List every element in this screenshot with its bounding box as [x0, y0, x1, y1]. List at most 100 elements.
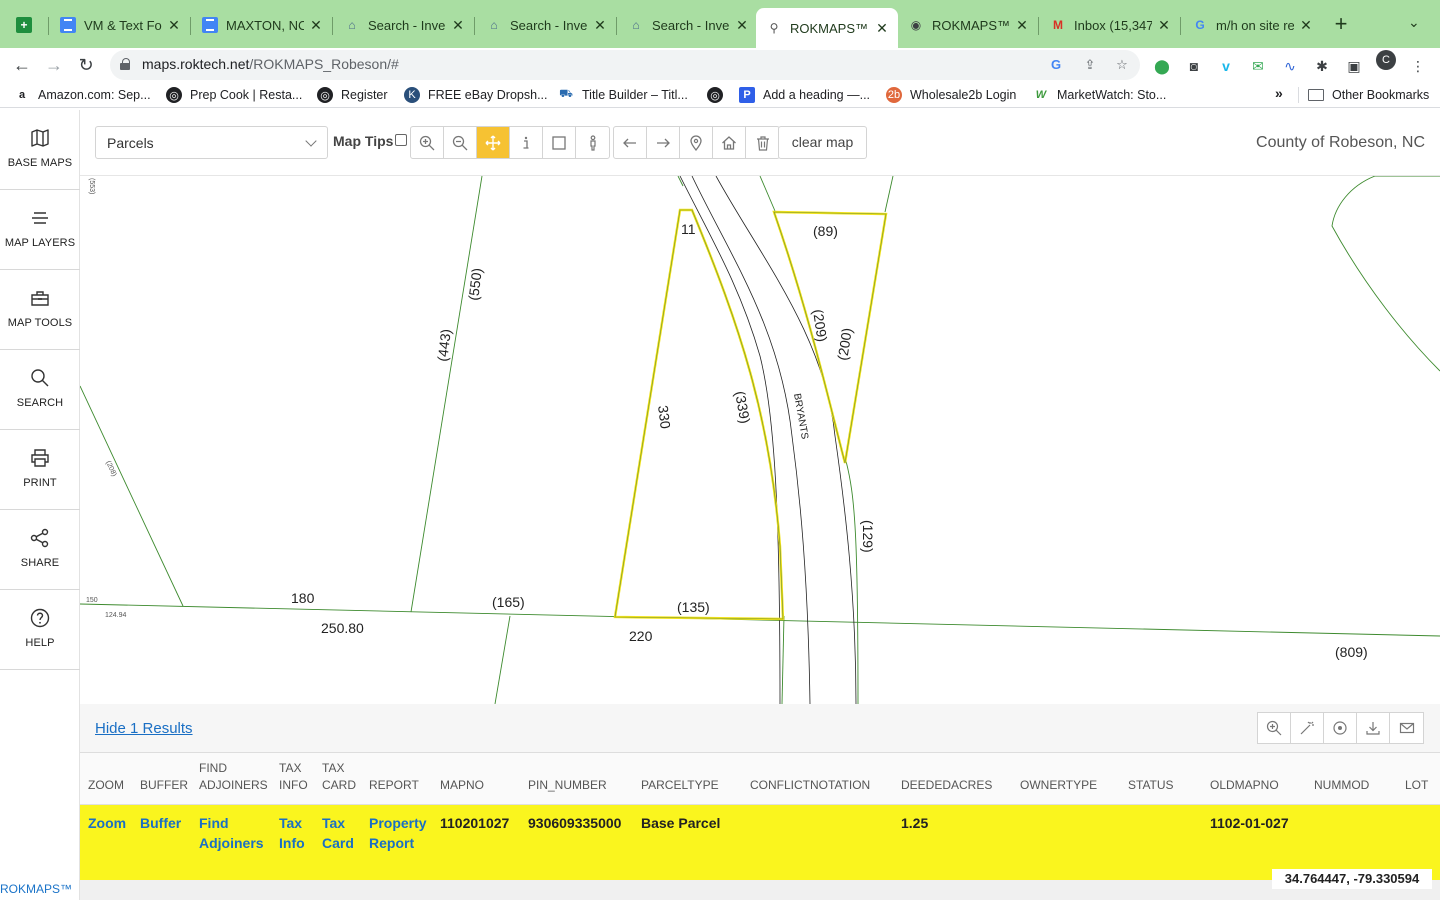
tab-vm-text[interactable]: VM & Text Fo ✕: [50, 9, 190, 41]
back-button[interactable]: ←: [8, 51, 36, 79]
close-icon[interactable]: ✕: [592, 17, 608, 34]
next-extent-button[interactable]: [647, 127, 680, 158]
map-tips-checkbox[interactable]: [395, 134, 407, 146]
new-tab-button[interactable]: +: [1330, 12, 1352, 36]
home-extent-button[interactable]: [713, 127, 746, 158]
tab-search-3[interactable]: ⌂ Search - Inve ✕: [618, 9, 758, 41]
magic-wand-icon: [1300, 721, 1314, 735]
close-icon[interactable]: ✕: [308, 17, 324, 34]
puzzle-icon[interactable]: ✱: [1313, 57, 1331, 75]
clear-map-button[interactable]: clear map: [778, 126, 867, 159]
google-icon: G: [1195, 18, 1205, 32]
sidebar-item-help[interactable]: HELP: [0, 590, 80, 670]
map-label: (129): [860, 520, 876, 553]
tax-info-link[interactable]: Tax Info: [279, 813, 313, 853]
sidebar-item-share[interactable]: SHARE: [0, 510, 80, 590]
layer-select-value: Parcels: [107, 135, 154, 151]
forward-button[interactable]: →: [40, 51, 68, 79]
find-adjoiners-link[interactable]: Find Adjoiners: [199, 813, 269, 853]
target-results-button[interactable]: [1324, 713, 1357, 743]
close-icon[interactable]: ✕: [1014, 17, 1030, 34]
bookmark-label: Wholesale2b Login: [910, 88, 1017, 102]
address-bar[interactable]: maps.roktech.net/ROKMAPS_Robeson/# G ⇪ ☆: [110, 50, 1140, 80]
buffer-link[interactable]: Buffer: [140, 813, 181, 833]
highlight-results-button[interactable]: [1291, 713, 1324, 743]
sidebar-item-search[interactable]: SEARCH: [0, 350, 80, 430]
mail-extension-icon[interactable]: ✉: [1249, 57, 1267, 75]
bookmark-register[interactable]: ◎ Register: [317, 86, 388, 104]
bookmarks-overflow-button[interactable]: »: [1275, 85, 1283, 101]
bookmark-ebay-dropship[interactable]: K FREE eBay Dropsh...: [404, 86, 548, 104]
bookmark-amazon[interactable]: a Amazon.com: Sep...: [14, 86, 151, 104]
extension-pin-icon[interactable]: ⬤: [1153, 57, 1171, 75]
property-report-link[interactable]: Property Report: [369, 813, 431, 853]
cell-pin-number: 930609335000: [528, 815, 622, 831]
close-icon[interactable]: ✕: [734, 17, 750, 34]
vimeo-icon[interactable]: v: [1217, 57, 1235, 75]
road-bryants: [679, 176, 857, 704]
share-icon[interactable]: ⇪: [1082, 57, 1098, 73]
sidebar-item-map-tools[interactable]: MAP TOOLS: [0, 270, 80, 350]
wave-extension-icon[interactable]: ∿: [1281, 57, 1299, 75]
kebab-menu-icon[interactable]: ⋮: [1409, 57, 1427, 75]
layer-select[interactable]: Parcels: [95, 126, 328, 159]
street-view-button[interactable]: [576, 127, 609, 158]
target-icon: [1333, 721, 1347, 735]
lock-icon: [120, 58, 130, 70]
identify-button[interactable]: [510, 127, 543, 158]
close-icon[interactable]: ✕: [1298, 17, 1314, 34]
tab-google-search[interactable]: G m/h on site re ✕: [1182, 9, 1322, 41]
sidebar-item-base-maps[interactable]: BASE MAPS: [0, 110, 80, 190]
tab-search-chevron-icon[interactable]: ⌄: [1408, 14, 1420, 31]
sidebar-item-map-layers[interactable]: MAP LAYERS: [0, 190, 80, 270]
bookmark-marketwatch[interactable]: W MarketWatch: Sto...: [1033, 86, 1167, 104]
sidepanel-icon[interactable]: ▣: [1345, 57, 1363, 75]
tab-rokmaps-2[interactable]: ◉ ROKMAPS™ ✕: [898, 9, 1038, 41]
locate-button[interactable]: [680, 127, 713, 158]
map-canvas[interactable]: 11 (89) (550) (443) (209) (200) 330 (339…: [80, 176, 1440, 704]
tab-maxton[interactable]: MAXTON, NC ✕: [192, 9, 332, 41]
reload-button[interactable]: ↻: [72, 51, 100, 79]
tab-search-1[interactable]: ⌂ Search - Inve ✕: [334, 9, 474, 41]
map-label: (443): [434, 328, 454, 362]
close-icon[interactable]: ✕: [166, 17, 182, 34]
map-label: 11: [681, 221, 696, 237]
gmail-icon: M: [1053, 18, 1063, 32]
sheets-icon: +: [16, 17, 32, 33]
previous-extent-button[interactable]: [614, 127, 647, 158]
camera-icon[interactable]: ◙: [1185, 57, 1203, 75]
sidebar-item-print[interactable]: PRINT: [0, 430, 80, 510]
delete-graphics-button[interactable]: [746, 127, 779, 158]
zoom-link[interactable]: Zoom: [88, 813, 126, 833]
other-bookmarks[interactable]: Other Bookmarks: [1308, 86, 1429, 104]
bookmark-globe[interactable]: ◎: [707, 86, 731, 104]
column-header: REPORT: [369, 778, 419, 792]
star-icon[interactable]: ☆: [1114, 57, 1130, 73]
bookmark-add-heading[interactable]: P Add a heading —...: [739, 86, 870, 104]
bookmark-wholesale2b[interactable]: 2b Wholesale2b Login: [886, 86, 1016, 104]
rokmaps-brand: ROKMAPS™: [0, 882, 73, 896]
tab-rokmaps-active[interactable]: ⚲ ROKMAPS™ ✕: [756, 8, 898, 48]
google-lens-icon[interactable]: G: [1048, 57, 1064, 73]
zoom-out-button[interactable]: [444, 127, 477, 158]
pan-button[interactable]: [477, 127, 510, 158]
tab-sheets[interactable]: +: [6, 9, 44, 41]
close-icon[interactable]: ✕: [874, 20, 890, 37]
profile-avatar[interactable]: C: [1376, 50, 1396, 70]
close-icon[interactable]: ✕: [1156, 17, 1172, 34]
tax-card-link[interactable]: Tax Card: [322, 813, 356, 853]
tab-inbox[interactable]: M Inbox (15,347 ✕: [1040, 9, 1180, 41]
hide-results-link[interactable]: Hide 1 Results: [95, 720, 193, 737]
column-header: CONFLICTNOTATION: [750, 778, 871, 792]
parcel-map: 11 (89) (550) (443) (209) (200) 330 (339…: [80, 176, 1440, 704]
map-label: (165): [492, 594, 525, 610]
download-results-button[interactable]: [1357, 713, 1390, 743]
close-icon[interactable]: ✕: [450, 17, 466, 34]
bookmark-prep-cook[interactable]: ◎ Prep Cook | Resta...: [166, 86, 302, 104]
select-box-button[interactable]: [543, 127, 576, 158]
bookmark-title-builder[interactable]: ⛟ Title Builder – Titl...: [558, 86, 688, 104]
tab-search-2[interactable]: ⌂ Search - Inve ✕: [476, 9, 616, 41]
email-results-button[interactable]: [1390, 713, 1423, 743]
zoom-in-button[interactable]: [411, 127, 444, 158]
zoom-to-results-button[interactable]: [1258, 713, 1291, 743]
